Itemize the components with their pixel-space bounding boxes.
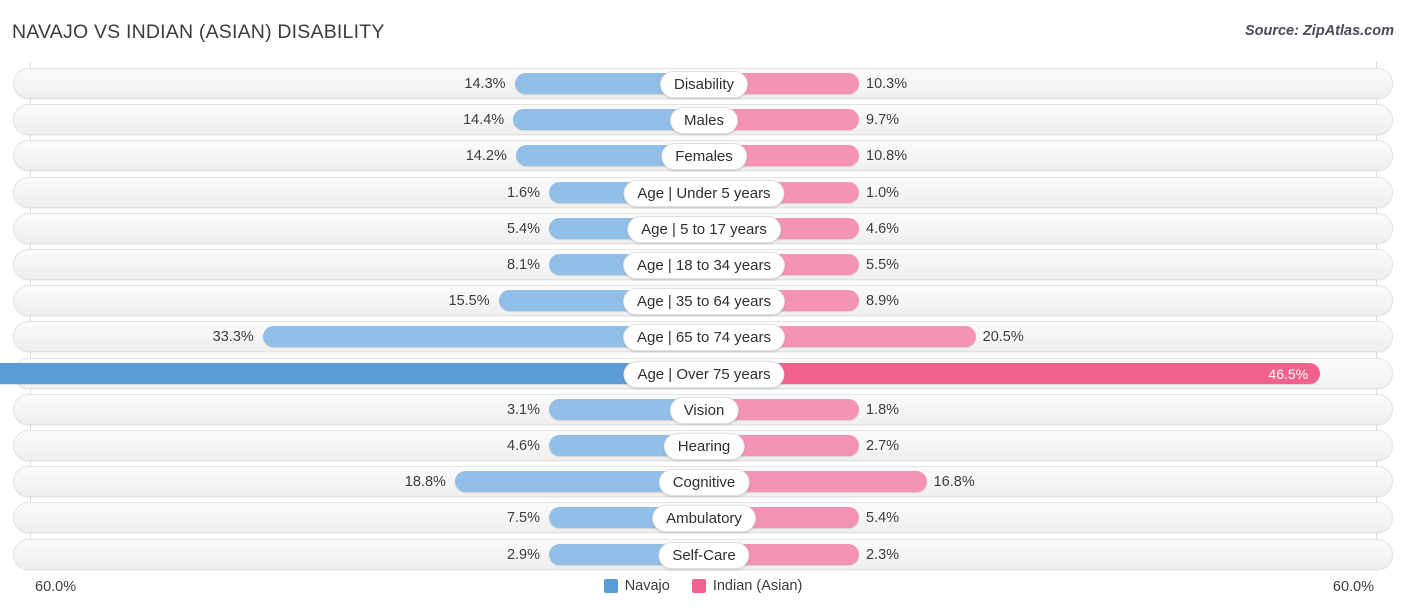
value-label-indian-asian: 46.5% [1268,365,1309,382]
chart-footer: 60.0% 60.0% Navajo Indian (Asian) [0,570,1406,612]
category-label-pill[interactable]: Self-Care [658,541,750,569]
chart-header: NAVAJO VS INDIAN (ASIAN) DISABILITY Sour… [0,0,1406,62]
category-label-pill[interactable]: Males [669,107,739,135]
value-label-navajo: 3.1% [506,401,540,418]
table-row[interactable]: 58.3%46.5%Age | Over 75 years [0,357,1393,389]
source-attribution: Source: ZipAtlas.com [1244,23,1394,39]
table-row[interactable]: 4.6% 2.7% Hearing [13,430,1393,461]
category-label-pill[interactable]: Age | 35 to 64 years [623,288,785,316]
value-label-indian-asian: 10.3% [866,76,908,92]
value-label-indian-asian: 4.6% [866,220,900,237]
legend-swatch-icon [691,579,706,593]
value-label-indian-asian: 5.4% [866,510,900,527]
legend-item[interactable]: Indian (Asian) [691,578,803,594]
value-label-indian-asian: 9.7% [866,112,900,129]
category-label-pill[interactable]: Age | 5 to 17 years [627,215,781,243]
value-label-navajo: 4.6% [506,438,540,454]
value-label-navajo: 8.1% [506,257,540,273]
value-label-indian-asian: 1.8% [866,401,900,418]
table-row[interactable]: 1.6% 1.0% Age | Under 5 years [13,176,1393,208]
category-label-pill[interactable]: Age | Over 75 years [623,360,785,388]
table-row[interactable]: 14.4% 9.7% Males [13,104,1393,136]
value-label-indian-asian: 2.7% [866,438,900,454]
value-label-navajo: 15.5% [448,293,490,310]
value-label-indian-asian: 20.5% [982,329,1024,346]
value-label-navajo: 14.3% [464,76,506,92]
value-label-navajo: 14.4% [463,112,505,129]
table-row[interactable]: 8.1% 5.5% Age | 18 to 34 years [13,249,1393,280]
value-label-indian-asian: 1.0% [866,184,900,201]
value-label-indian-asian: 2.3% [866,546,900,563]
value-label-navajo: 7.5% [506,510,540,527]
bar-navajo [0,362,704,384]
value-label-navajo: 14.2% [465,148,507,165]
value-label-navajo: 2.9% [506,546,540,563]
legend-label: Navajo [624,578,670,594]
category-label-pill[interactable]: Age | 18 to 34 years [623,252,785,279]
category-label-pill[interactable]: Cognitive [658,469,750,497]
category-label-pill[interactable]: Ambulatory [652,505,756,533]
category-label-pill[interactable]: Vision [669,396,739,424]
value-label-indian-asian: 5.5% [866,257,900,273]
table-row[interactable]: 14.3% 10.3% Disability [13,68,1393,99]
category-label-pill[interactable]: Age | 65 to 74 years [623,324,785,352]
value-label-navajo: 5.4% [506,220,540,237]
category-label-pill[interactable]: Hearing [663,433,745,460]
legend-swatch-icon [603,579,618,593]
category-label-pill[interactable]: Age | Under 5 years [623,179,785,207]
table-row[interactable]: 15.5% 8.9% Age | 35 to 64 years [13,285,1393,317]
category-label-pill[interactable]: Disability [659,71,749,98]
table-row[interactable]: 18.8% 16.8% Cognitive [13,466,1393,498]
table-row[interactable]: 5.4% 4.6% Age | 5 to 17 years [13,212,1393,244]
category-label-pill[interactable]: Females [661,143,747,171]
legend-item[interactable]: Navajo [603,578,670,594]
table-row[interactable]: 3.1% 1.8% Vision [13,393,1393,425]
value-label-indian-asian: 10.8% [866,148,908,165]
value-label-navajo: 18.8% [404,474,446,491]
chart-legend: Navajo Indian (Asian) [0,578,1406,594]
value-label-navajo: 1.6% [506,184,540,201]
legend-label: Indian (Asian) [712,578,803,594]
value-label-indian-asian: 16.8% [933,474,975,491]
chart-plot-area: 14.3% 10.3% Disability 14.4% 9.7% Males 14.2% 1… [0,62,1406,570]
table-row[interactable]: 7.5% 5.4% Ambulatory [13,502,1393,534]
table-row[interactable]: 2.9% 2.3% Self-Care [13,538,1393,570]
page-title: NAVAJO VS INDIAN (ASIAN) DISABILITY [12,21,385,43]
table-row[interactable]: 33.3% 20.5% Age | 65 to 74 years [13,321,1393,353]
value-label-indian-asian: 8.9% [866,293,900,310]
bar-rows-container: 14.3% 10.3% Disability 14.4% 9.7% Males 14.2% 1… [0,62,1406,570]
table-row[interactable]: 14.2% 10.8% Females [13,140,1393,172]
value-label-navajo: 33.3% [212,329,254,346]
bar-indian-asian [704,362,1321,384]
